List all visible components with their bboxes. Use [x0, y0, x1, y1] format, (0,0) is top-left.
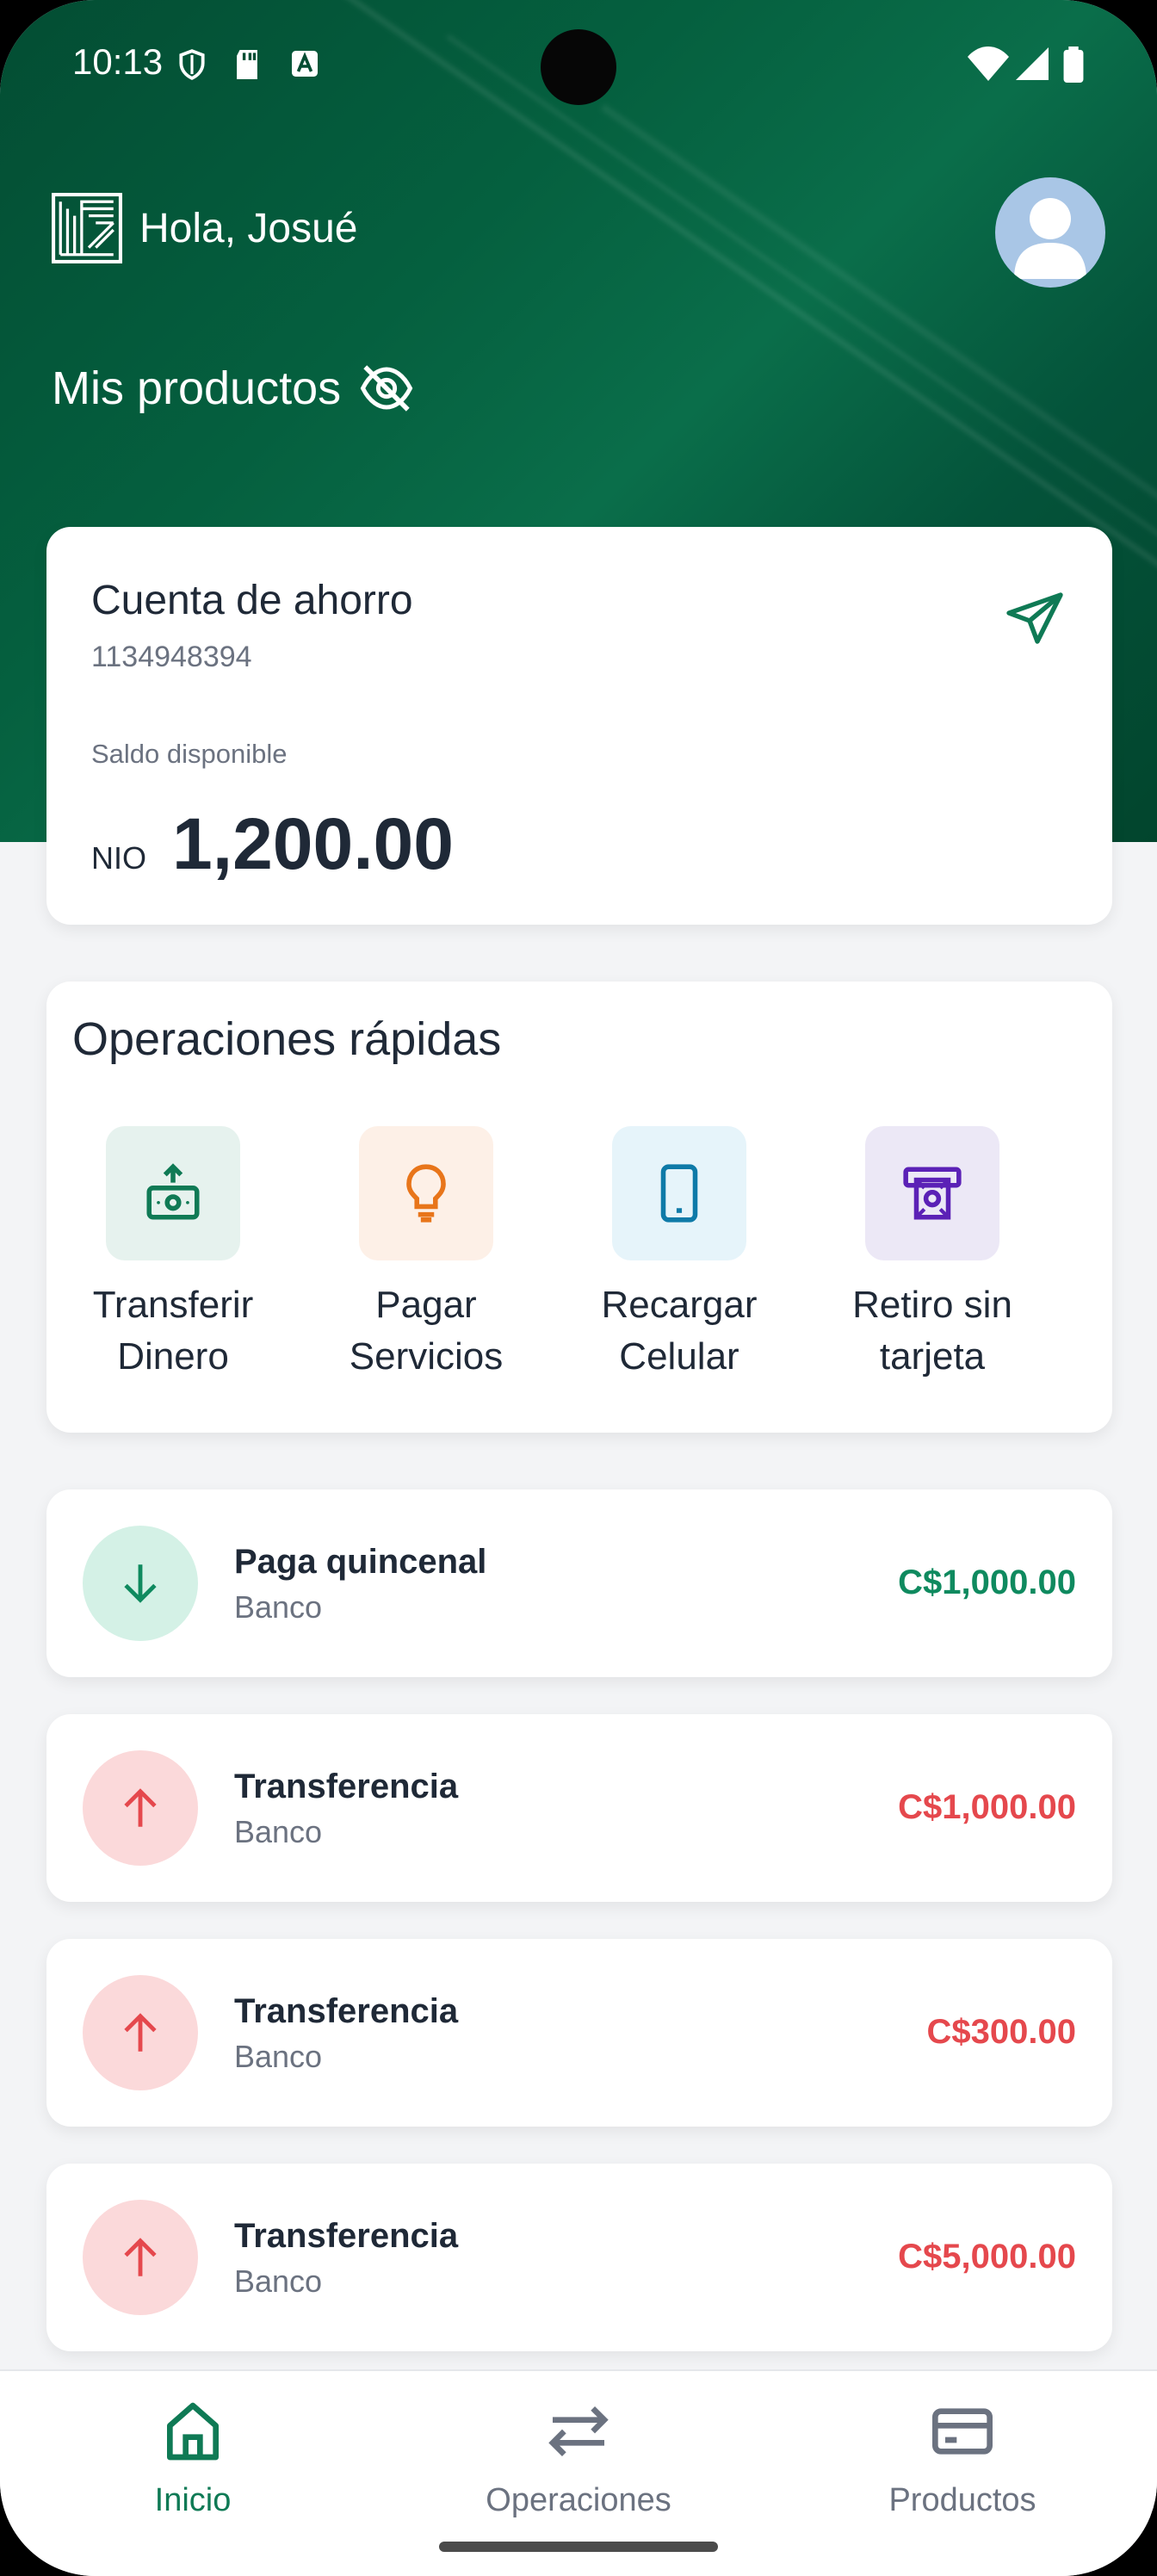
transaction-subtitle: Banco	[234, 1589, 323, 1625]
transaction-amount: C$1,000.00	[898, 1564, 1076, 1601]
nav-item-operaciones[interactable]: Operaciones	[449, 2397, 708, 2519]
sd-card-icon	[237, 50, 257, 79]
balance-amount: 1,200.00	[172, 803, 454, 884]
quick-op-label-line1: Transferir	[92, 1284, 254, 1326]
money-transfer-icon	[146, 1163, 200, 1220]
gesture-home-bar[interactable]	[439, 2542, 718, 2552]
quick-op-tile[interactable]	[865, 1126, 999, 1260]
transaction-title: Paga quincenal	[234, 1543, 487, 1581]
transaction-title: Transferencia	[234, 2217, 459, 2255]
quick-op-label-line2: Celular	[619, 1335, 739, 1378]
quick-op-tile[interactable]	[612, 1126, 746, 1260]
arrow-up-icon	[124, 2013, 157, 2052]
transaction-title: Transferencia	[234, 1992, 459, 2030]
shield-icon	[179, 49, 205, 80]
transaction-item[interactable]: Transferencia Banco C$5,000.00	[46, 2164, 1112, 2351]
eye-off-icon[interactable]	[358, 360, 415, 417]
account-card[interactable]: Cuenta de ahorro 1134948394 Saldo dispon…	[46, 527, 1112, 925]
arrow-up-icon	[124, 2238, 157, 2276]
products-title: Mis productos	[52, 362, 342, 414]
app-screen: 10:13 Hola, Josué Mis productos Cuenta d…	[0, 0, 1157, 2576]
quick-op-label-line2: Servicios	[349, 1335, 504, 1378]
quick-operations-title: Operaciones rápidas	[72, 1013, 502, 1065]
camera-cutout	[541, 29, 616, 105]
account-number: 1134948394	[91, 641, 252, 673]
arrow-down-icon	[124, 1564, 157, 1603]
nav-label: Productos	[888, 2482, 1036, 2518]
lightbulb-icon	[406, 1164, 446, 1223]
quick-op-label-line2: Dinero	[117, 1335, 229, 1378]
a-notification-icon	[292, 51, 318, 77]
send-icon[interactable]	[1004, 587, 1066, 649]
transaction-item[interactable]: Transferencia Banco C$300.00	[46, 1939, 1112, 2127]
transaction-direction-badge	[83, 1750, 198, 1866]
transaction-amount: C$5,000.00	[898, 2238, 1076, 2276]
quick-operations-card: Operaciones rápidas Transferir Dinero Pa…	[46, 981, 1112, 1433]
balance: NIO 1,200.00	[91, 802, 454, 886]
quick-op-pay-services[interactable]: Pagar Servicios	[300, 1126, 553, 1383]
atm-icon	[903, 1167, 962, 1220]
status-time: 10:13	[72, 41, 164, 82]
transaction-item[interactable]: Transferencia Banco C$1,000.00	[46, 1714, 1112, 1902]
greeting: Hola, Josué	[52, 193, 357, 263]
quick-op-tile[interactable]	[106, 1126, 240, 1260]
transaction-amount: C$300.00	[926, 2013, 1076, 2051]
swap-arrows-icon	[548, 2406, 609, 2457]
nav-label: Inicio	[154, 2482, 232, 2518]
quick-op-transfer[interactable]: Transferir Dinero	[46, 1126, 300, 1383]
balance-label: Saldo disponible	[91, 739, 288, 769]
home-icon	[167, 2402, 220, 2461]
transaction-subtitle: Banco	[234, 1814, 323, 1849]
user-avatar-icon[interactable]	[995, 177, 1105, 288]
signal-icon	[1016, 47, 1049, 80]
battery-icon	[1063, 46, 1084, 83]
transaction-direction-badge	[83, 2200, 198, 2315]
quick-op-tile[interactable]	[359, 1126, 493, 1260]
quick-op-label-line1: Retiro sin	[852, 1284, 1012, 1326]
transaction-direction-badge	[83, 1526, 198, 1641]
transaction-amount: C$1,000.00	[898, 1788, 1076, 1826]
card-icon	[932, 2408, 993, 2455]
quick-op-label-line1: Pagar	[375, 1284, 477, 1326]
greeting-text: Hola, Josué	[139, 205, 358, 251]
quick-op-recharge-phone[interactable]: Recargar Celular	[553, 1126, 806, 1383]
transaction-item[interactable]: Paga quincenal Banco C$1,000.00	[46, 1489, 1112, 1677]
quick-op-cardless-withdrawal[interactable]: Retiro sin tarjeta	[806, 1126, 1059, 1383]
bank-logo-icon	[52, 193, 122, 263]
wifi-icon	[968, 46, 1009, 81]
nav-item-productos[interactable]: Productos	[833, 2397, 1092, 2519]
nav-label: Operaciones	[486, 2482, 671, 2518]
products-header: Mis productos	[52, 360, 415, 417]
balance-currency: NIO	[91, 840, 147, 876]
account-name: Cuenta de ahorro	[91, 578, 413, 623]
quick-op-label-line1: Recargar	[601, 1284, 758, 1326]
transaction-subtitle: Banco	[234, 2039, 323, 2074]
transaction-title: Transferencia	[234, 1768, 459, 1805]
nav-item-inicio[interactable]: Inicio	[64, 2397, 322, 2519]
transaction-direction-badge	[83, 1975, 198, 2090]
quick-op-label-line2: tarjeta	[879, 1335, 986, 1378]
phone-icon	[660, 1164, 698, 1223]
arrow-up-icon	[124, 1788, 157, 1827]
transaction-subtitle: Banco	[234, 2263, 323, 2299]
